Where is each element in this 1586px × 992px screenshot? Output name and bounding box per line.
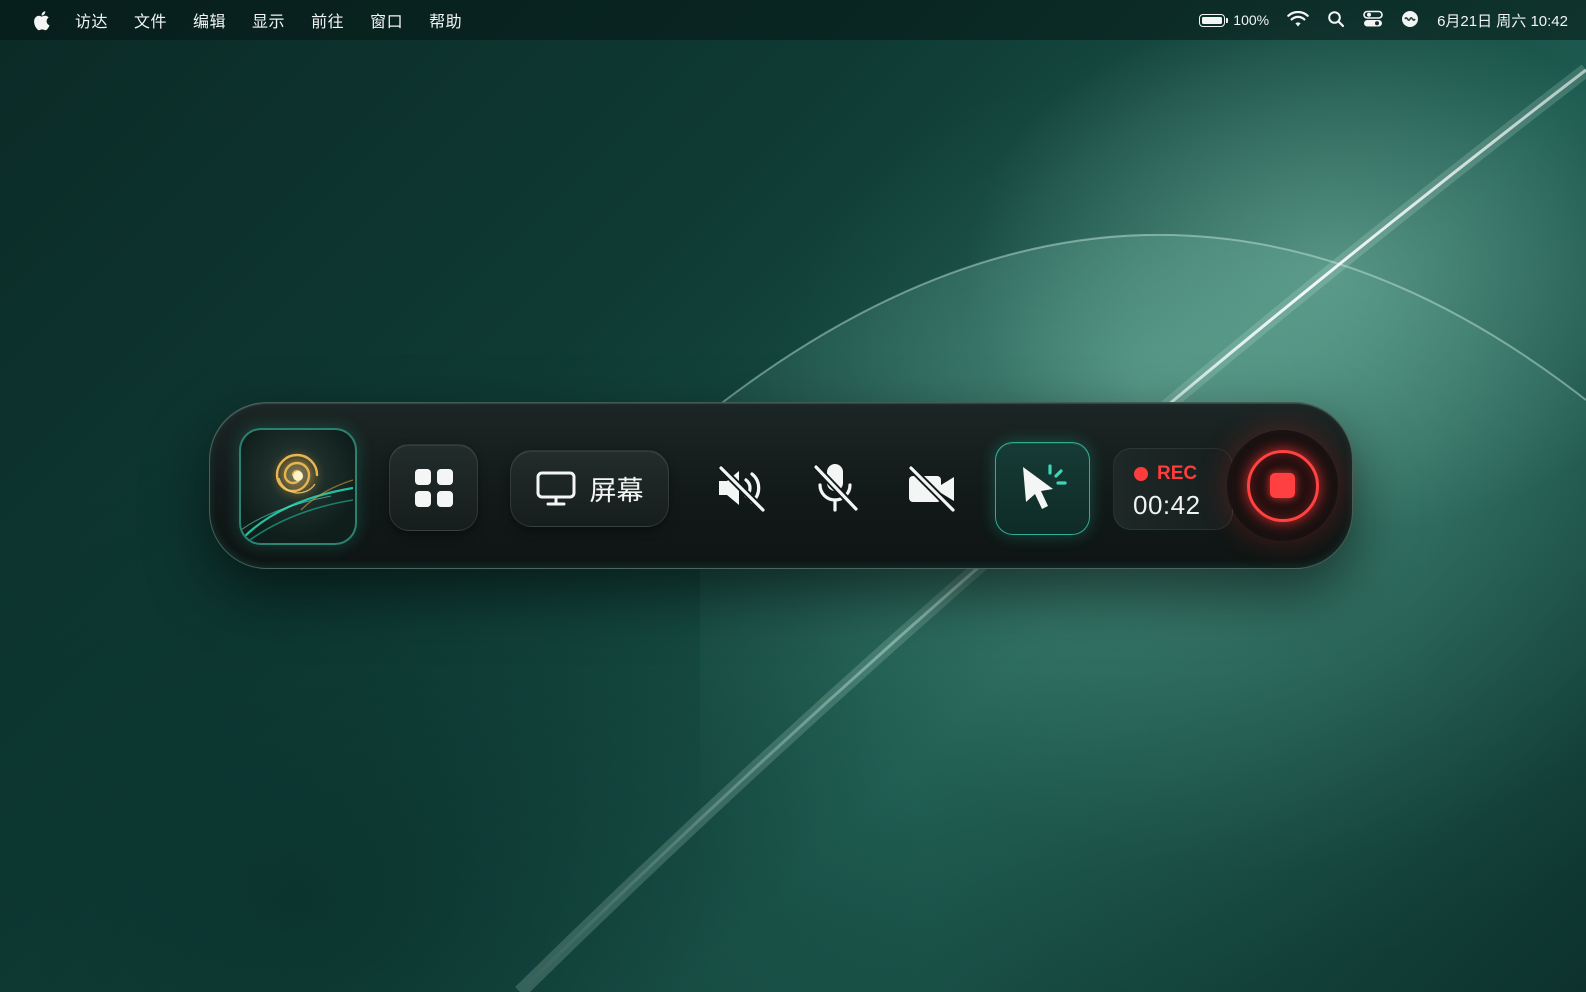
recording-toolbar[interactable]: 屏幕 REC 00:42 xyxy=(209,402,1353,569)
grid-icon xyxy=(415,469,453,507)
monitor-icon xyxy=(536,471,575,505)
menu-help[interactable]: 帮助 xyxy=(429,8,462,32)
speaker-mute-button[interactable] xyxy=(713,460,769,516)
menu-finder[interactable]: 访达 xyxy=(75,8,108,32)
recording-timer: 00:42 xyxy=(1133,490,1201,520)
battery-icon xyxy=(1199,13,1229,27)
cursor-click-icon xyxy=(1022,463,1067,509)
wifi-icon[interactable] xyxy=(1287,10,1309,30)
speaker-muted-icon xyxy=(717,464,767,513)
rec-dot-icon xyxy=(1134,467,1148,481)
stop-ring xyxy=(1246,449,1319,522)
stop-recording-button[interactable] xyxy=(1227,430,1338,541)
control-center-icon[interactable] xyxy=(1363,10,1383,31)
stop-icon xyxy=(1270,473,1295,498)
battery-percent: 100% xyxy=(1233,12,1270,28)
battery-status[interactable]: 100% xyxy=(1199,12,1269,28)
menubar-clock[interactable]: 6月21日 周六 10:42 xyxy=(1437,10,1568,31)
menu-view[interactable]: 显示 xyxy=(252,8,285,32)
camera-off-icon xyxy=(907,464,957,513)
recording-status-panel: REC 00:42 xyxy=(1113,448,1233,530)
rec-indicator: REC xyxy=(1134,463,1197,485)
rec-label: REC xyxy=(1157,463,1198,484)
menu-go[interactable]: 前往 xyxy=(311,8,344,32)
menu-window[interactable]: 窗口 xyxy=(370,8,403,32)
source-screen-button[interactable]: 屏幕 xyxy=(510,450,669,527)
apple-logo-icon[interactable] xyxy=(32,9,52,31)
microphone-mute-button[interactable] xyxy=(807,460,863,516)
camera-off-button[interactable] xyxy=(904,460,960,516)
cursor-highlight-button[interactable] xyxy=(995,442,1090,535)
app-spiral-icon[interactable] xyxy=(239,428,357,545)
menu-edit[interactable]: 编辑 xyxy=(193,8,226,32)
apps-grid-button[interactable] xyxy=(389,444,478,531)
microphone-muted-icon xyxy=(812,463,860,513)
siri-icon[interactable] xyxy=(1401,10,1419,31)
source-label: 屏幕 xyxy=(589,476,644,506)
menu-file[interactable]: 文件 xyxy=(134,8,167,32)
menu-bar: 访达 文件 编辑 显示 前往 窗口 帮助 100% 6月21日 周六 10:42 xyxy=(0,0,1586,40)
search-icon[interactable] xyxy=(1327,10,1345,31)
